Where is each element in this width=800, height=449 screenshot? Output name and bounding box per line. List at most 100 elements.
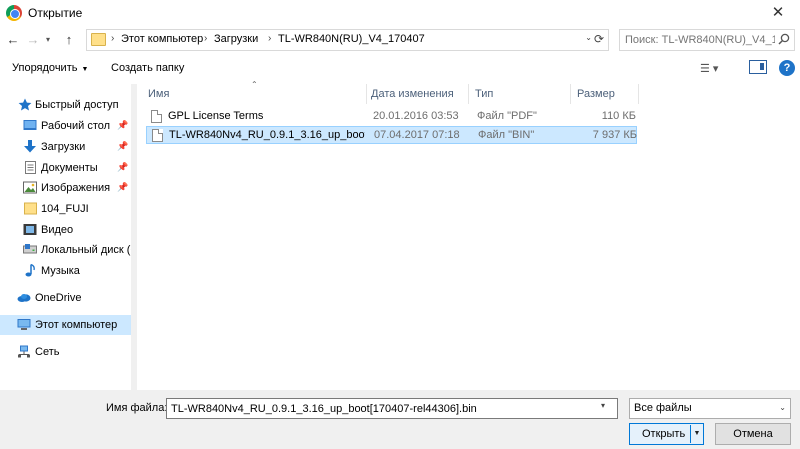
close-button[interactable]: ✕ [756,0,800,26]
drive-icon [23,244,37,254]
back-arrow-icon[interactable]: ← [4,30,22,50]
sidebar-item-label: Рабочий стол [41,120,111,132]
sidebar-item-desktop[interactable]: Рабочий стол 📌 [0,116,131,136]
pdf-file-icon [151,110,162,123]
sidebar-item-label: Музыка [41,265,80,277]
computer-icon [17,319,31,330]
sidebar-item-documents[interactable]: Документы 📌 [0,158,131,178]
open-label: Открыть [642,428,686,440]
breadcrumb-this-pc[interactable]: Этот компьютер [121,33,203,45]
sidebar-item-label: Быстрый доступ [35,99,119,111]
sidebar-item-label: 104_FUJI [41,203,89,215]
breadcrumb-downloads[interactable]: Загрузки [214,33,258,45]
file-name: GPL License Terms [168,110,264,122]
address-dropdown-icon[interactable]: ⌄ [585,33,592,42]
folder-icon [91,33,106,46]
column-header-type[interactable]: Тип [468,87,570,105]
pin-icon: 📌 [117,182,129,192]
file-type: Файл "BIN" [478,129,535,141]
pin-icon: 📌 [117,162,129,172]
sidebar-item-label: Сеть [35,346,60,358]
sidebar-item-pictures[interactable]: Изображения 📌 [0,178,131,198]
new-folder-button[interactable]: Создать папку [111,62,184,74]
filename-label: Имя файла: [106,402,168,414]
video-icon [23,224,37,235]
file-size: 110 КБ [601,110,636,122]
refresh-icon[interactable]: ⟳ [592,32,606,46]
sidebar-item-onedrive[interactable]: OneDrive [0,288,131,308]
download-icon [24,140,36,153]
file-name: TL-WR840Nv4_RU_0.9.1_3.16_up_boot[170407… [169,129,365,141]
pin-icon: 📌 [117,120,129,130]
pictures-icon [23,181,37,194]
sidebar-item-label: Локальный диск (С [41,244,137,256]
pin-icon: 📌 [117,141,129,151]
sidebar-item-this-pc[interactable]: Этот компьютер [0,315,131,335]
sidebar-item-label: Документы [41,162,98,174]
sidebar-item-downloads[interactable]: Загрузки 📌 [0,137,131,157]
column-header-name[interactable]: Имя [141,87,367,105]
forward-arrow-icon[interactable]: → [24,30,42,50]
sidebar-item-label: Видео [41,224,74,236]
sidebar-item-104-fuji[interactable]: 104_FUJI [0,199,131,219]
breadcrumb-separator[interactable]: › [111,33,114,44]
search-box[interactable] [619,29,795,51]
file-row[interactable]: TL-WR840Nv4_RU_0.9.1_3.16_up_boot[170407… [146,126,637,144]
breadcrumb-separator[interactable]: › [204,33,207,44]
search-input[interactable] [620,30,775,50]
folder-icon [24,202,37,215]
star-icon [18,98,32,111]
navigation-scrollbar[interactable] [131,84,137,390]
sidebar-item-quick-access[interactable]: Быстрый доступ [0,95,131,115]
file-date: 07.04.2017 07:18 [374,129,460,141]
sidebar-item-label: OneDrive [35,292,82,304]
file-row[interactable]: GPL License Terms 20.01.2016 03:53 Файл … [146,108,637,126]
open-options-chevron-icon[interactable]: ▼ [690,425,703,443]
sidebar-item-label: Изображения [41,182,111,194]
column-divider[interactable] [638,84,639,104]
sidebar-item-video[interactable]: Видео [0,220,131,240]
navigation-pane: Быстрый доступ Рабочий стол 📌 Загрузки 📌… [0,84,137,390]
file-date: 20.01.2016 03:53 [373,110,459,122]
address-bar[interactable]: › Этот компьютер › Загрузки › TL-WR840N(… [86,29,609,51]
documents-icon [25,161,36,174]
title-bar: Открытие ✕ [0,0,800,26]
file-type: Файл "PDF" [477,110,537,122]
sidebar-item-network[interactable]: Сеть [0,342,131,362]
breadcrumb-current-folder[interactable]: TL-WR840N(RU)_V4_170407 [278,33,425,45]
organize-button[interactable]: Упорядочить ▼ [12,62,88,74]
up-arrow-icon[interactable]: ↑ [60,30,78,50]
file-list: ⌃ Имя Дата изменения Тип Размер GPL Lice… [138,80,800,390]
command-toolbar: Упорядочить ▼ Создать папку ☰ ▾ ? [0,56,800,82]
column-header-date[interactable]: Дата изменения [364,87,468,105]
file-size: 7 937 КБ [592,129,637,141]
cancel-button[interactable]: Отмена [715,423,791,445]
chevron-down-icon: ⌄ [779,403,786,412]
open-button[interactable]: Открыть ▼ [629,423,704,445]
chevron-down-icon: ▼ [81,66,89,73]
sidebar-item-label: Загрузки [41,141,86,153]
sidebar-item-label: Этот компьютер [35,319,118,331]
bin-file-icon [152,129,163,142]
help-icon[interactable]: ? [779,60,795,76]
search-icon[interactable] [778,33,790,45]
sidebar-item-music[interactable]: Музыка [0,261,131,281]
column-header-size[interactable]: Размер [570,87,638,105]
recent-locations-chevron-icon[interactable]: ▾ [42,30,54,50]
file-type-value: Все файлы [634,402,692,414]
view-options-icon[interactable]: ☰ ▾ [700,62,736,75]
chrome-icon [6,5,22,21]
network-icon [18,345,30,358]
music-icon [25,264,35,277]
file-type-select[interactable]: Все файлы ⌄ [629,398,791,419]
preview-pane-icon[interactable] [749,60,767,74]
filename-input[interactable] [166,398,618,419]
organize-label: Упорядочить [12,62,78,74]
bottom-panel: Имя файла: ▾ Все файлы ⌄ Открыть ▼ Отмен… [0,390,800,449]
filename-history-dropdown-icon[interactable]: ▾ [601,401,605,410]
sidebar-item-local-disk[interactable]: Локальный диск (С [0,240,137,260]
breadcrumb-separator[interactable]: › [268,33,271,44]
desktop-icon [23,120,37,130]
window-title: Открытие [28,6,83,20]
onedrive-icon [17,294,31,302]
